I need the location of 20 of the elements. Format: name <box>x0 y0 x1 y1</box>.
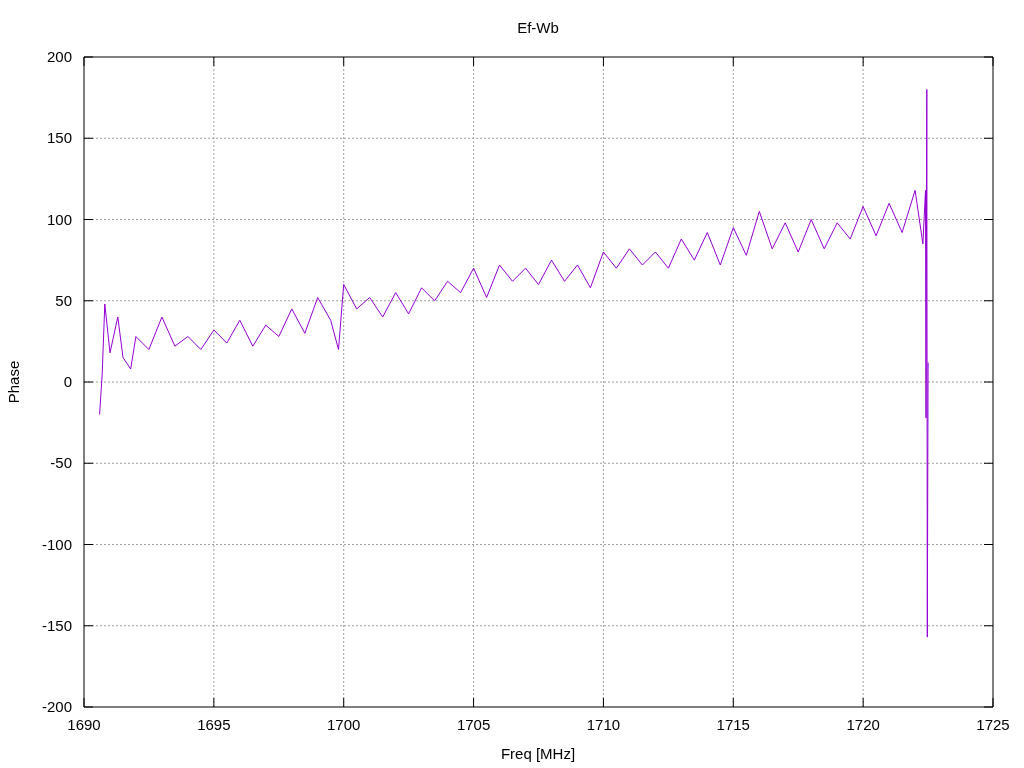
tick-label: -200 <box>41 698 72 715</box>
tick-label: 1695 <box>197 716 231 733</box>
tick-label: 1725 <box>976 716 1010 733</box>
tick-label: 1700 <box>327 716 361 733</box>
tick-label: 1690 <box>67 716 101 733</box>
tick-label: 200 <box>46 48 72 65</box>
tick-label: -50 <box>50 454 72 472</box>
axis-label: Phase <box>5 360 22 404</box>
tick-label: 50 <box>55 291 72 309</box>
axis-label: Freq [MHz] <box>500 745 576 762</box>
tick-label: 1705 <box>456 716 491 733</box>
tick-label: -100 <box>41 535 72 553</box>
chart-title: Ef-Wb <box>517 19 559 36</box>
tick-label: 1710 <box>586 716 621 733</box>
tick-label: -150 <box>41 616 72 634</box>
tick-label: 150 <box>46 129 72 147</box>
tick-label: 1720 <box>846 716 880 733</box>
tick-label: 100 <box>46 210 72 228</box>
tick-label: 0 <box>63 373 72 390</box>
tick-label: 1715 <box>716 716 750 733</box>
